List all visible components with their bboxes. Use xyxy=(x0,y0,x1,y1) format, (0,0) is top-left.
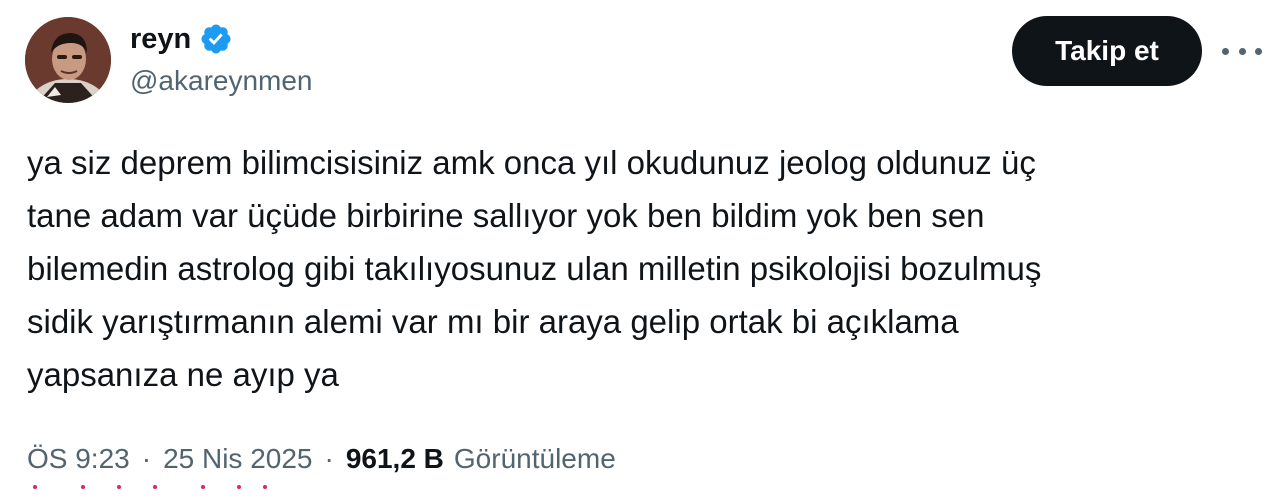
meta-separator: · xyxy=(141,443,152,474)
more-dot xyxy=(1222,47,1229,55)
avatar[interactable] xyxy=(25,17,111,103)
verified-badge-icon xyxy=(201,24,231,54)
tweet-text: ya siz deprem bilimcisisiniz amk onca yı… xyxy=(27,144,1042,393)
tweet-date[interactable]: 25 Nis 2025 xyxy=(163,440,312,478)
tweet-card: reyn @akareynmen Takip et ya siz deprem … xyxy=(0,0,1278,501)
display-name[interactable]: reyn xyxy=(130,22,191,56)
follow-button[interactable]: Takip et xyxy=(1012,16,1202,86)
avatar-image xyxy=(25,17,111,103)
more-options-icon[interactable] xyxy=(1222,38,1262,64)
views-label: Görüntüleme xyxy=(453,443,616,474)
views-count: 961,2 B xyxy=(345,443,444,474)
tweet-meta: ÖS 9:23 · 25 Nis 2025 · 961,2 B Görüntül… xyxy=(27,440,616,478)
more-dot xyxy=(1255,47,1262,55)
meta-separator: · xyxy=(324,443,334,474)
spellcheck-underline xyxy=(27,485,327,495)
name-row: reyn xyxy=(130,22,233,56)
tweet-time[interactable]: ÖS 9:23 xyxy=(27,440,130,478)
handle[interactable]: @akareynmen xyxy=(130,64,313,98)
more-dot xyxy=(1238,47,1246,55)
